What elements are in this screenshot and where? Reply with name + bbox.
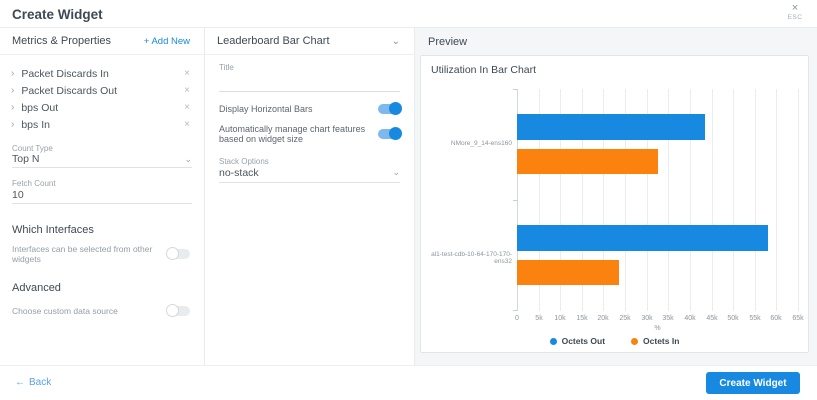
count-type-field: Count Type Top N ⌄ [12, 144, 192, 168]
toggle-knob [166, 247, 179, 260]
metric-row[interactable]: › bps Out × [0, 99, 204, 116]
remove-icon[interactable]: × [184, 102, 190, 113]
fetch-count-field: Fetch Count [12, 179, 192, 204]
remove-icon[interactable]: × [184, 68, 190, 79]
category-label: NMore_9_14-ens160 [420, 140, 512, 147]
metrics-panel-header: Metrics & Properties + Add New [0, 28, 204, 55]
count-type-label: Count Type [12, 144, 192, 153]
widget-settings-panel: Leaderboard Bar Chart ⌄ Title Display Ho… [205, 28, 415, 365]
arrow-left-icon: ← [15, 377, 25, 388]
x-tick-label: 65k [785, 315, 811, 322]
interfaces-toggle-row: Interfaces can be selected from other wi… [12, 244, 190, 264]
metric-label: Packet Discards In [21, 68, 184, 80]
bar [517, 114, 705, 140]
gridline [733, 89, 734, 311]
chart-legend: Octets Out Octets In [421, 336, 808, 346]
toggle-knob [389, 102, 402, 115]
metric-list: › Packet Discards In × › Packet Discards… [0, 55, 204, 133]
horizontal-bars-toggle[interactable] [378, 104, 400, 114]
gridline [798, 89, 799, 311]
count-type-value: Top N [12, 154, 39, 165]
metric-label: bps Out [21, 102, 184, 114]
footer-bar: ← Back Create Widget [0, 365, 817, 400]
metric-label: Packet Discards Out [21, 85, 184, 97]
horizontal-bars-toggle-row: Display Horizontal Bars [219, 104, 400, 114]
custom-source-toggle-row: Choose custom data source [12, 306, 190, 316]
legend-dot [550, 338, 557, 345]
custom-source-toggle-label: Choose custom data source [12, 306, 126, 316]
preview-title: Preview [428, 36, 467, 48]
preview-card: Utilization In Bar Chart 05k10k15k20k25k… [420, 55, 809, 353]
auto-manage-toggle-row: Automatically manage chart features base… [219, 124, 400, 144]
bar [517, 149, 658, 174]
y-axis-tick [513, 310, 517, 311]
bar [517, 225, 768, 251]
chevron-down-icon: ⌄ [392, 167, 400, 178]
esc-label: ESC [783, 14, 807, 22]
y-axis-tick [513, 89, 517, 90]
auto-manage-toggle-label: Automatically manage chart features base… [219, 124, 378, 144]
legend-dot [631, 338, 638, 345]
chevron-down-icon: ⌄ [184, 154, 192, 165]
toggle-knob [389, 127, 402, 140]
expand-icon[interactable]: › [11, 68, 14, 79]
legend-label: Octets Out [562, 336, 605, 346]
custom-source-toggle[interactable] [168, 306, 190, 316]
metrics-panel-title: Metrics & Properties [12, 35, 111, 47]
back-button[interactable]: ← Back [15, 377, 51, 388]
expand-icon[interactable]: › [11, 119, 14, 130]
widget-title-input[interactable] [219, 74, 400, 92]
create-widget-button[interactable]: Create Widget [706, 372, 800, 394]
back-label: Back [29, 377, 51, 388]
advanced-title: Advanced [12, 282, 192, 294]
interfaces-toggle-label: Interfaces can be selected from other wi… [12, 244, 168, 264]
stack-options-label: Stack Options [219, 157, 400, 166]
metrics-properties-panel: Metrics & Properties + Add New › Packet … [0, 28, 205, 365]
fetch-count-label: Fetch Count [12, 179, 192, 188]
chevron-down-icon[interactable]: ⌄ [392, 36, 400, 47]
page-title: Create Widget [12, 7, 103, 22]
close-icon: × [783, 3, 807, 14]
preview-panel: Preview Utilization In Bar Chart 05k10k1… [415, 28, 817, 365]
expand-icon[interactable]: › [11, 85, 14, 96]
y-axis-tick [513, 200, 517, 201]
chart-title: Utilization In Bar Chart [431, 64, 536, 76]
auto-manage-toggle[interactable] [378, 129, 400, 139]
metric-label: bps In [21, 119, 184, 131]
metric-row[interactable]: › Packet Discards Out × [0, 82, 204, 99]
x-axis-label: % [517, 325, 798, 332]
remove-icon[interactable]: × [184, 85, 190, 96]
metric-row[interactable]: › bps In × [0, 116, 204, 133]
metric-row[interactable]: › Packet Discards In × [0, 65, 204, 82]
title-field-label: Title [219, 63, 400, 72]
expand-icon[interactable]: › [11, 102, 14, 113]
toggle-knob [166, 304, 179, 317]
add-new-button[interactable]: + Add New [144, 36, 190, 47]
horizontal-bars-toggle-label: Display Horizontal Bars [219, 104, 321, 114]
gridline [712, 89, 713, 311]
stack-options-select[interactable]: no-stack ⌄ [219, 166, 400, 183]
legend-item-octets-in[interactable]: Octets In [631, 336, 679, 346]
legend-item-octets-out[interactable]: Octets Out [550, 336, 605, 346]
count-type-select[interactable]: Top N ⌄ [12, 153, 192, 168]
stack-options-field: Stack Options no-stack ⌄ [219, 157, 400, 183]
chart-plot: 05k10k15k20k25k30k35k40k45k50k55k60k65k% [517, 89, 798, 311]
fetch-count-input[interactable] [12, 189, 192, 201]
close-button[interactable]: × ESC [783, 3, 807, 22]
gridline [755, 89, 756, 311]
create-widget-dialog: Create Widget × ESC Metrics & Properties… [0, 0, 817, 400]
widget-panel-header[interactable]: Leaderboard Bar Chart ⌄ [205, 28, 414, 55]
interfaces-toggle[interactable] [168, 249, 190, 259]
category-label: al1-test-cdb-10-64-170-170-ens32 [420, 251, 512, 265]
remove-icon[interactable]: × [184, 119, 190, 130]
bar [517, 260, 619, 285]
gridline [776, 89, 777, 311]
which-interfaces-title: Which Interfaces [12, 224, 192, 236]
widget-panel-title: Leaderboard Bar Chart [217, 35, 330, 47]
top-bar: Create Widget × ESC [0, 0, 817, 28]
legend-label: Octets In [643, 336, 679, 346]
stack-options-value: no-stack [219, 167, 259, 179]
